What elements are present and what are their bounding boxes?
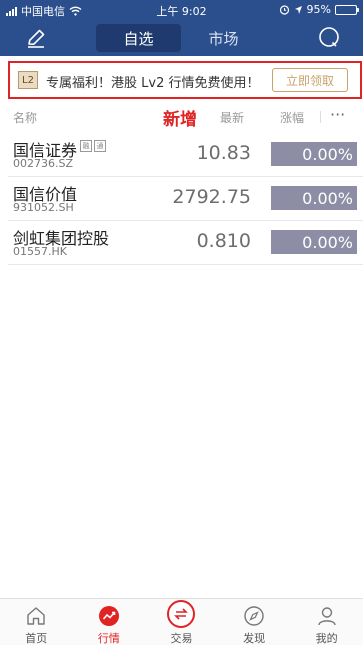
more-columns-button[interactable]: ··· [330, 105, 345, 124]
tabbar-home[interactable]: 首页 [0, 599, 73, 645]
tabbar-me[interactable]: 我的 [290, 599, 363, 645]
edit-pencil-icon[interactable] [24, 26, 48, 50]
l2-badge: L2 [18, 71, 38, 89]
column-name: 名称 [13, 111, 38, 125]
tab-market[interactable]: 市场 [181, 24, 266, 52]
stock-row[interactable]: 国信价值 931052.SH 2792.75 0.00% [8, 177, 363, 221]
tabbar-label: 发现 [243, 632, 266, 645]
promo-text: 专属福利！港股 Lv2 行情免费使用！ [46, 76, 260, 91]
column-divider [320, 111, 321, 123]
tabbar-label: 交易 [170, 632, 193, 645]
promo-banner[interactable]: L2 专属福利！港股 Lv2 行情免费使用！ 立即领取 [8, 61, 362, 99]
tabbar-trade[interactable]: 交易 [145, 599, 218, 645]
tab-watchlist[interactable]: 自选 [96, 24, 181, 52]
tabbar-label: 行情 [97, 632, 120, 645]
margin-tag: 融 [80, 140, 92, 152]
market-trend-icon [98, 606, 119, 626]
stock-code: 01557.HK [13, 245, 67, 258]
battery-icon [335, 4, 359, 15]
column-latest-price[interactable]: 最新 [220, 109, 244, 126]
stock-row[interactable]: 剑虹集团控股 01557.HK 0.810 0.00% [8, 221, 363, 265]
tabbar-discover[interactable]: 发现 [218, 599, 291, 645]
column-change-percent[interactable]: 涨幅 [280, 109, 304, 126]
stock-price: 2792.75 [172, 186, 251, 208]
stock-row[interactable]: 国信证券 融 通 002736.SZ 10.83 0.00% [8, 133, 363, 177]
user-icon [317, 607, 336, 626]
tabbar-label: 首页 [25, 632, 48, 645]
stock-price: 0.810 [196, 230, 251, 252]
column-header: 名称 新增 最新 涨幅 ··· [0, 105, 363, 130]
watchlist-market-tabs: 自选 市场 [96, 24, 266, 52]
app-header: 中国电信 上午 9:02 95% 自选 市场 [0, 0, 363, 56]
compass-icon [244, 606, 264, 626]
watchlist: 国信证券 融 通 002736.SZ 10.83 0.00% 国信价值 9310… [0, 133, 363, 265]
top-nav: 自选 市场 [0, 20, 363, 56]
tabbar-label: 我的 [315, 632, 338, 645]
claim-now-button[interactable]: 立即领取 [272, 68, 348, 92]
connect-tag: 通 [94, 140, 106, 152]
search-icon[interactable] [317, 25, 341, 49]
stock-change[interactable]: 0.00% [271, 186, 357, 210]
stock-code: 931052.SH [13, 201, 74, 214]
location-icon [294, 5, 302, 14]
home-icon [27, 607, 45, 625]
stock-change[interactable]: 0.00% [271, 142, 357, 166]
new-added-marker: 新增 [163, 110, 197, 130]
trade-exchange-icon [174, 608, 189, 620]
stock-price: 10.83 [196, 142, 251, 164]
alarm-icon [279, 5, 289, 15]
status-bar: 中国电信 上午 9:02 95% [0, 0, 363, 20]
stock-tags: 融 通 [80, 140, 106, 152]
bottom-tab-bar: 首页 行情 交易 发现 我的 [0, 598, 363, 645]
stock-change[interactable]: 0.00% [271, 230, 357, 254]
stock-code: 002736.SZ [13, 157, 74, 170]
battery-percent: 95% [306, 3, 331, 16]
tabbar-market[interactable]: 行情 [73, 599, 146, 645]
